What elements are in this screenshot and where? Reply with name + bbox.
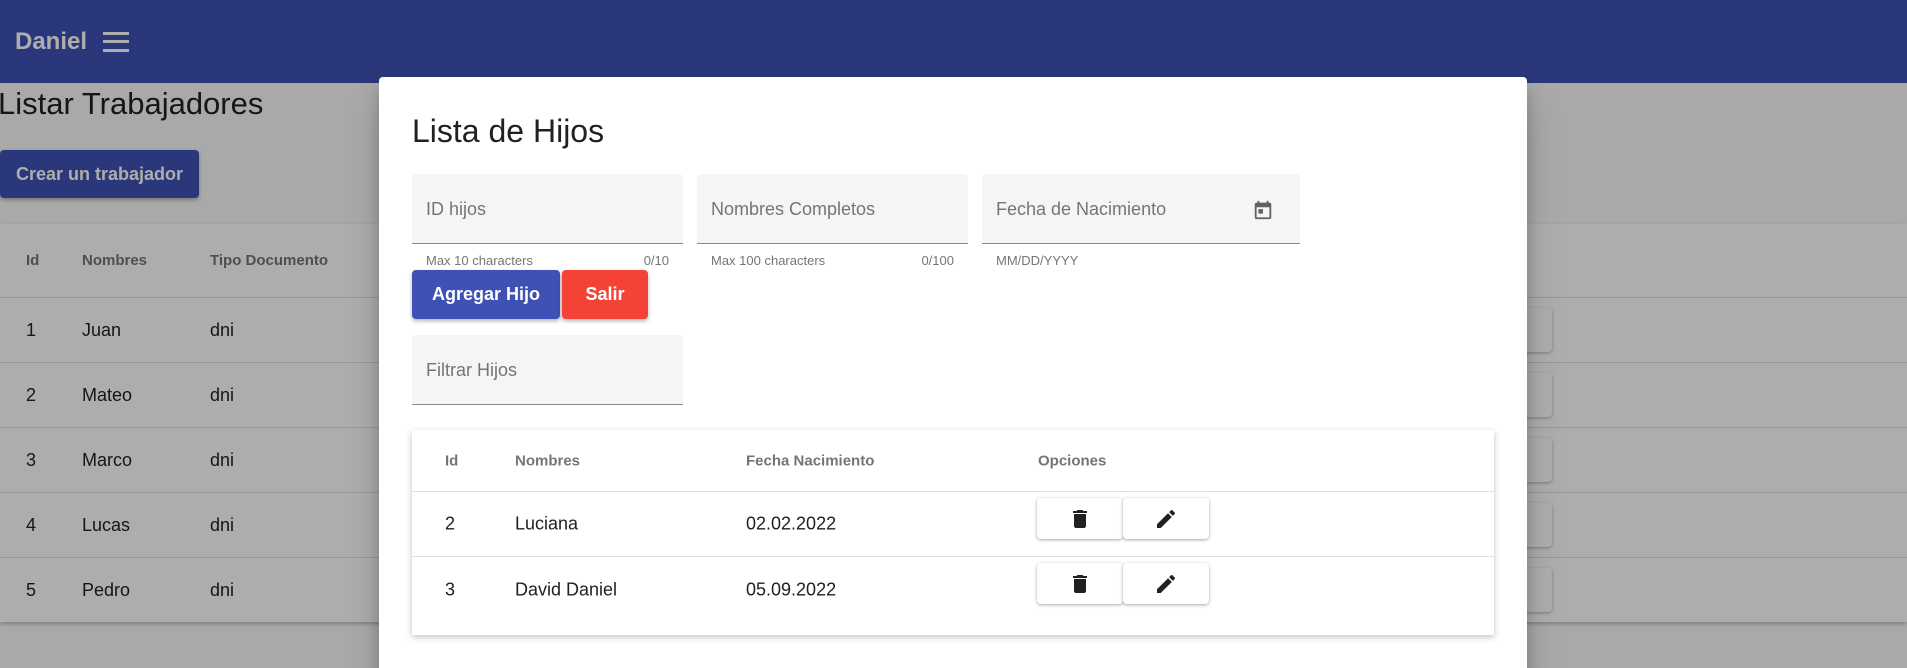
delete-icon [1073, 509, 1087, 528]
cell-fecha-nacimiento: 05.09.2022 [746, 579, 837, 599]
id-hijos-counter: 0/10 [643, 253, 669, 268]
hijos-table: Id Nombres Fecha Nacimiento Opciones 2 L… [412, 430, 1494, 635]
nombres-completos-label: Nombres Completos [711, 199, 876, 219]
edit-button[interactable] [1123, 563, 1209, 604]
dialog-title: Lista de Hijos [412, 113, 605, 149]
delete-button[interactable] [1037, 498, 1123, 539]
header-fecha-nacimiento: Fecha Nacimiento [746, 452, 875, 469]
nombres-completos-hint-text: Max 100 characters [711, 253, 826, 268]
header-id: Id [445, 452, 459, 469]
calendar-icon[interactable] [1252, 199, 1274, 221]
filtrar-hijos-field[interactable]: Filtrar Hijos [412, 335, 683, 405]
filtrar-hijos-label: Filtrar Hijos [426, 360, 518, 380]
hijos-header-row: Id Nombres Fecha Nacimiento Opciones [412, 430, 1494, 492]
delete-button[interactable] [1037, 563, 1123, 604]
cell-nombres: Luciana [515, 513, 579, 534]
table-row: 2 Luciana 02.02.2022 [412, 492, 1494, 557]
cell-id: 2 [445, 513, 456, 534]
edit-button[interactable] [1123, 498, 1209, 539]
fecha-nacimiento-label: Fecha de Nacimiento [996, 199, 1167, 219]
id-hijos-hint: Max 10 characters 0/10 [426, 253, 669, 268]
edit-icon [1157, 509, 1176, 528]
table-row: 3 David Daniel 05.09.2022 [412, 557, 1494, 622]
agregar-hijo-button[interactable]: Agregar Hijo [412, 270, 560, 319]
nombres-completos-field[interactable]: Nombres Completos [697, 174, 968, 244]
header-nombres: Nombres [515, 452, 581, 469]
salir-button[interactable]: Salir [562, 270, 648, 319]
cell-nombres: David Daniel [515, 579, 618, 599]
id-hijos-field[interactable]: ID hijos [412, 174, 683, 244]
delete-icon [1073, 574, 1087, 593]
cell-fecha-nacimiento: 02.02.2022 [746, 513, 837, 534]
id-hijos-label: ID hijos [426, 199, 487, 219]
edit-icon [1157, 574, 1176, 593]
nombres-completos-hint: Max 100 characters 0/100 [711, 253, 954, 268]
fecha-nacimiento-field[interactable]: Fecha de Nacimiento [982, 174, 1300, 244]
fecha-nacimiento-hint: MM/DD/YYYY [996, 253, 1079, 268]
nombres-completos-counter: 0/100 [921, 253, 954, 268]
cell-id: 3 [445, 579, 456, 599]
id-hijos-hint-text: Max 10 characters [426, 253, 533, 268]
header-opciones: Opciones [1038, 452, 1107, 469]
hijos-dialog: Lista de Hijos ID hijos Max 10 character… [379, 77, 1527, 668]
